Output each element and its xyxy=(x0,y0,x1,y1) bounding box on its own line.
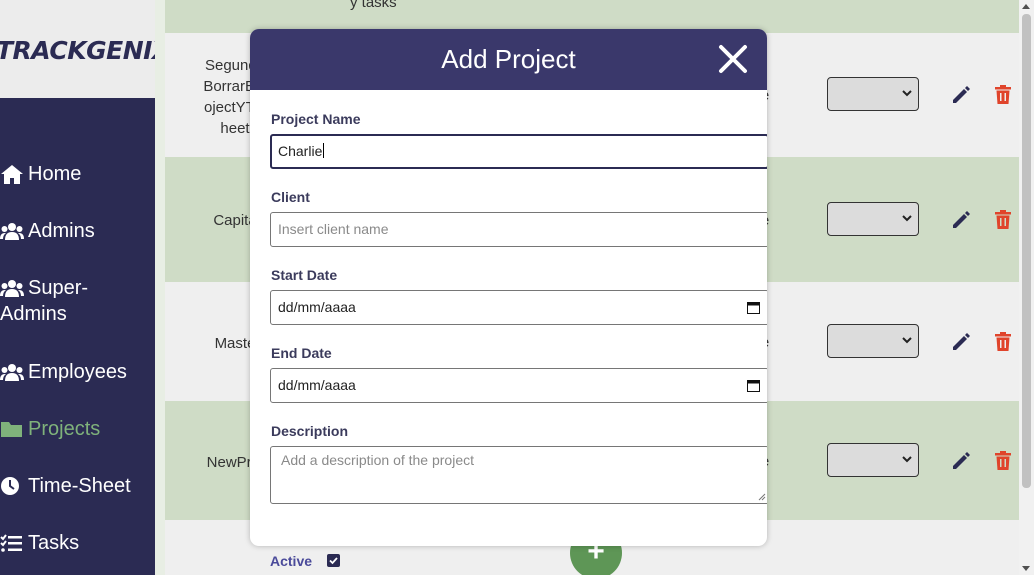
sidebar-item-tasks[interactable]: Tasks xyxy=(0,530,155,556)
chevron-down-icon xyxy=(902,456,912,463)
status-select[interactable] xyxy=(827,202,919,236)
modal-title: Add Project xyxy=(441,44,576,74)
scroll-up-arrow[interactable] xyxy=(1022,4,1030,9)
sidebar-item-label: Tasks xyxy=(28,532,80,554)
users-icon xyxy=(0,223,24,240)
check-icon xyxy=(329,557,338,565)
calendar-icon[interactable] xyxy=(747,301,760,314)
sidebar: TRACKGENIX Home Admins Super- Admins Emp… xyxy=(0,0,171,575)
resize-handle-icon[interactable] xyxy=(758,493,766,501)
modal-header: Add Project xyxy=(250,29,767,90)
client-input[interactable]: Insert client name xyxy=(270,212,767,247)
sidebar-item-label: Projects xyxy=(28,418,101,440)
table-cell: y tasks xyxy=(350,0,397,11)
scroll-thumb[interactable] xyxy=(1022,14,1031,488)
edit-icon[interactable] xyxy=(950,84,972,106)
sidebar-item-super-admins[interactable]: Super- Admins xyxy=(0,275,155,327)
start-date-input[interactable]: dd/mm/aaaa xyxy=(270,290,767,325)
project-name-input[interactable]: Charlie xyxy=(270,134,767,169)
trash-icon[interactable] xyxy=(994,451,1012,471)
sidebar-item-projects[interactable]: Projects xyxy=(0,416,155,442)
description-textarea[interactable]: Add a description of the project xyxy=(270,446,767,504)
sidebar-item-label: Time-Sheet xyxy=(28,475,131,497)
add-project-modal: Add Project Project Name Charlie Client … xyxy=(250,29,767,546)
chevron-down-icon xyxy=(902,337,912,344)
start-date-label: Start Date xyxy=(271,267,338,283)
sidebar-item-time-sheet[interactable]: Time-Sheet xyxy=(0,473,155,499)
app-logo: TRACKGENIX xyxy=(0,36,171,65)
status-select[interactable] xyxy=(827,77,919,111)
users-icon xyxy=(0,364,24,381)
sidebar-item-employees[interactable]: Employees xyxy=(0,359,155,385)
folder-icon xyxy=(1,422,22,437)
users-icon xyxy=(0,280,24,297)
logo-area: TRACKGENIX xyxy=(0,0,171,98)
tasks-icon xyxy=(0,534,22,552)
sidebar-item-label: Super- Admins xyxy=(0,277,89,325)
close-icon[interactable] xyxy=(717,43,749,75)
home-icon xyxy=(1,165,23,184)
trash-icon[interactable] xyxy=(994,85,1012,105)
sidebar-item-label: Employees xyxy=(28,361,127,383)
trash-icon[interactable] xyxy=(994,332,1012,352)
description-label: Description xyxy=(271,423,349,439)
trash-icon[interactable] xyxy=(994,210,1012,230)
active-label: Active xyxy=(270,553,313,569)
sidebar-item-label: Admins xyxy=(28,220,95,242)
calendar-icon[interactable] xyxy=(747,379,760,392)
edit-icon[interactable] xyxy=(950,209,972,231)
project-name-label: Project Name xyxy=(271,111,361,127)
sidebar-item-label: Home xyxy=(28,163,82,185)
chevron-down-icon xyxy=(902,215,912,222)
sidebar-item-home[interactable]: Home xyxy=(0,161,155,187)
chevron-down-icon xyxy=(902,90,912,97)
sidebar-item-admins[interactable]: Admins xyxy=(0,218,155,244)
clock-icon xyxy=(1,477,19,495)
edit-icon[interactable] xyxy=(950,331,972,353)
status-select[interactable] xyxy=(827,443,919,477)
scroll-down-arrow[interactable] xyxy=(1022,566,1030,571)
page-scrollbar[interactable] xyxy=(1019,0,1034,575)
client-label: Client xyxy=(271,189,310,205)
end-date-label: End Date xyxy=(271,345,332,361)
edit-icon[interactable] xyxy=(950,450,972,472)
active-checkbox[interactable] xyxy=(327,554,340,567)
text-caret xyxy=(323,143,325,158)
end-date-input[interactable]: dd/mm/aaaa xyxy=(270,368,767,403)
status-select[interactable] xyxy=(827,324,919,358)
